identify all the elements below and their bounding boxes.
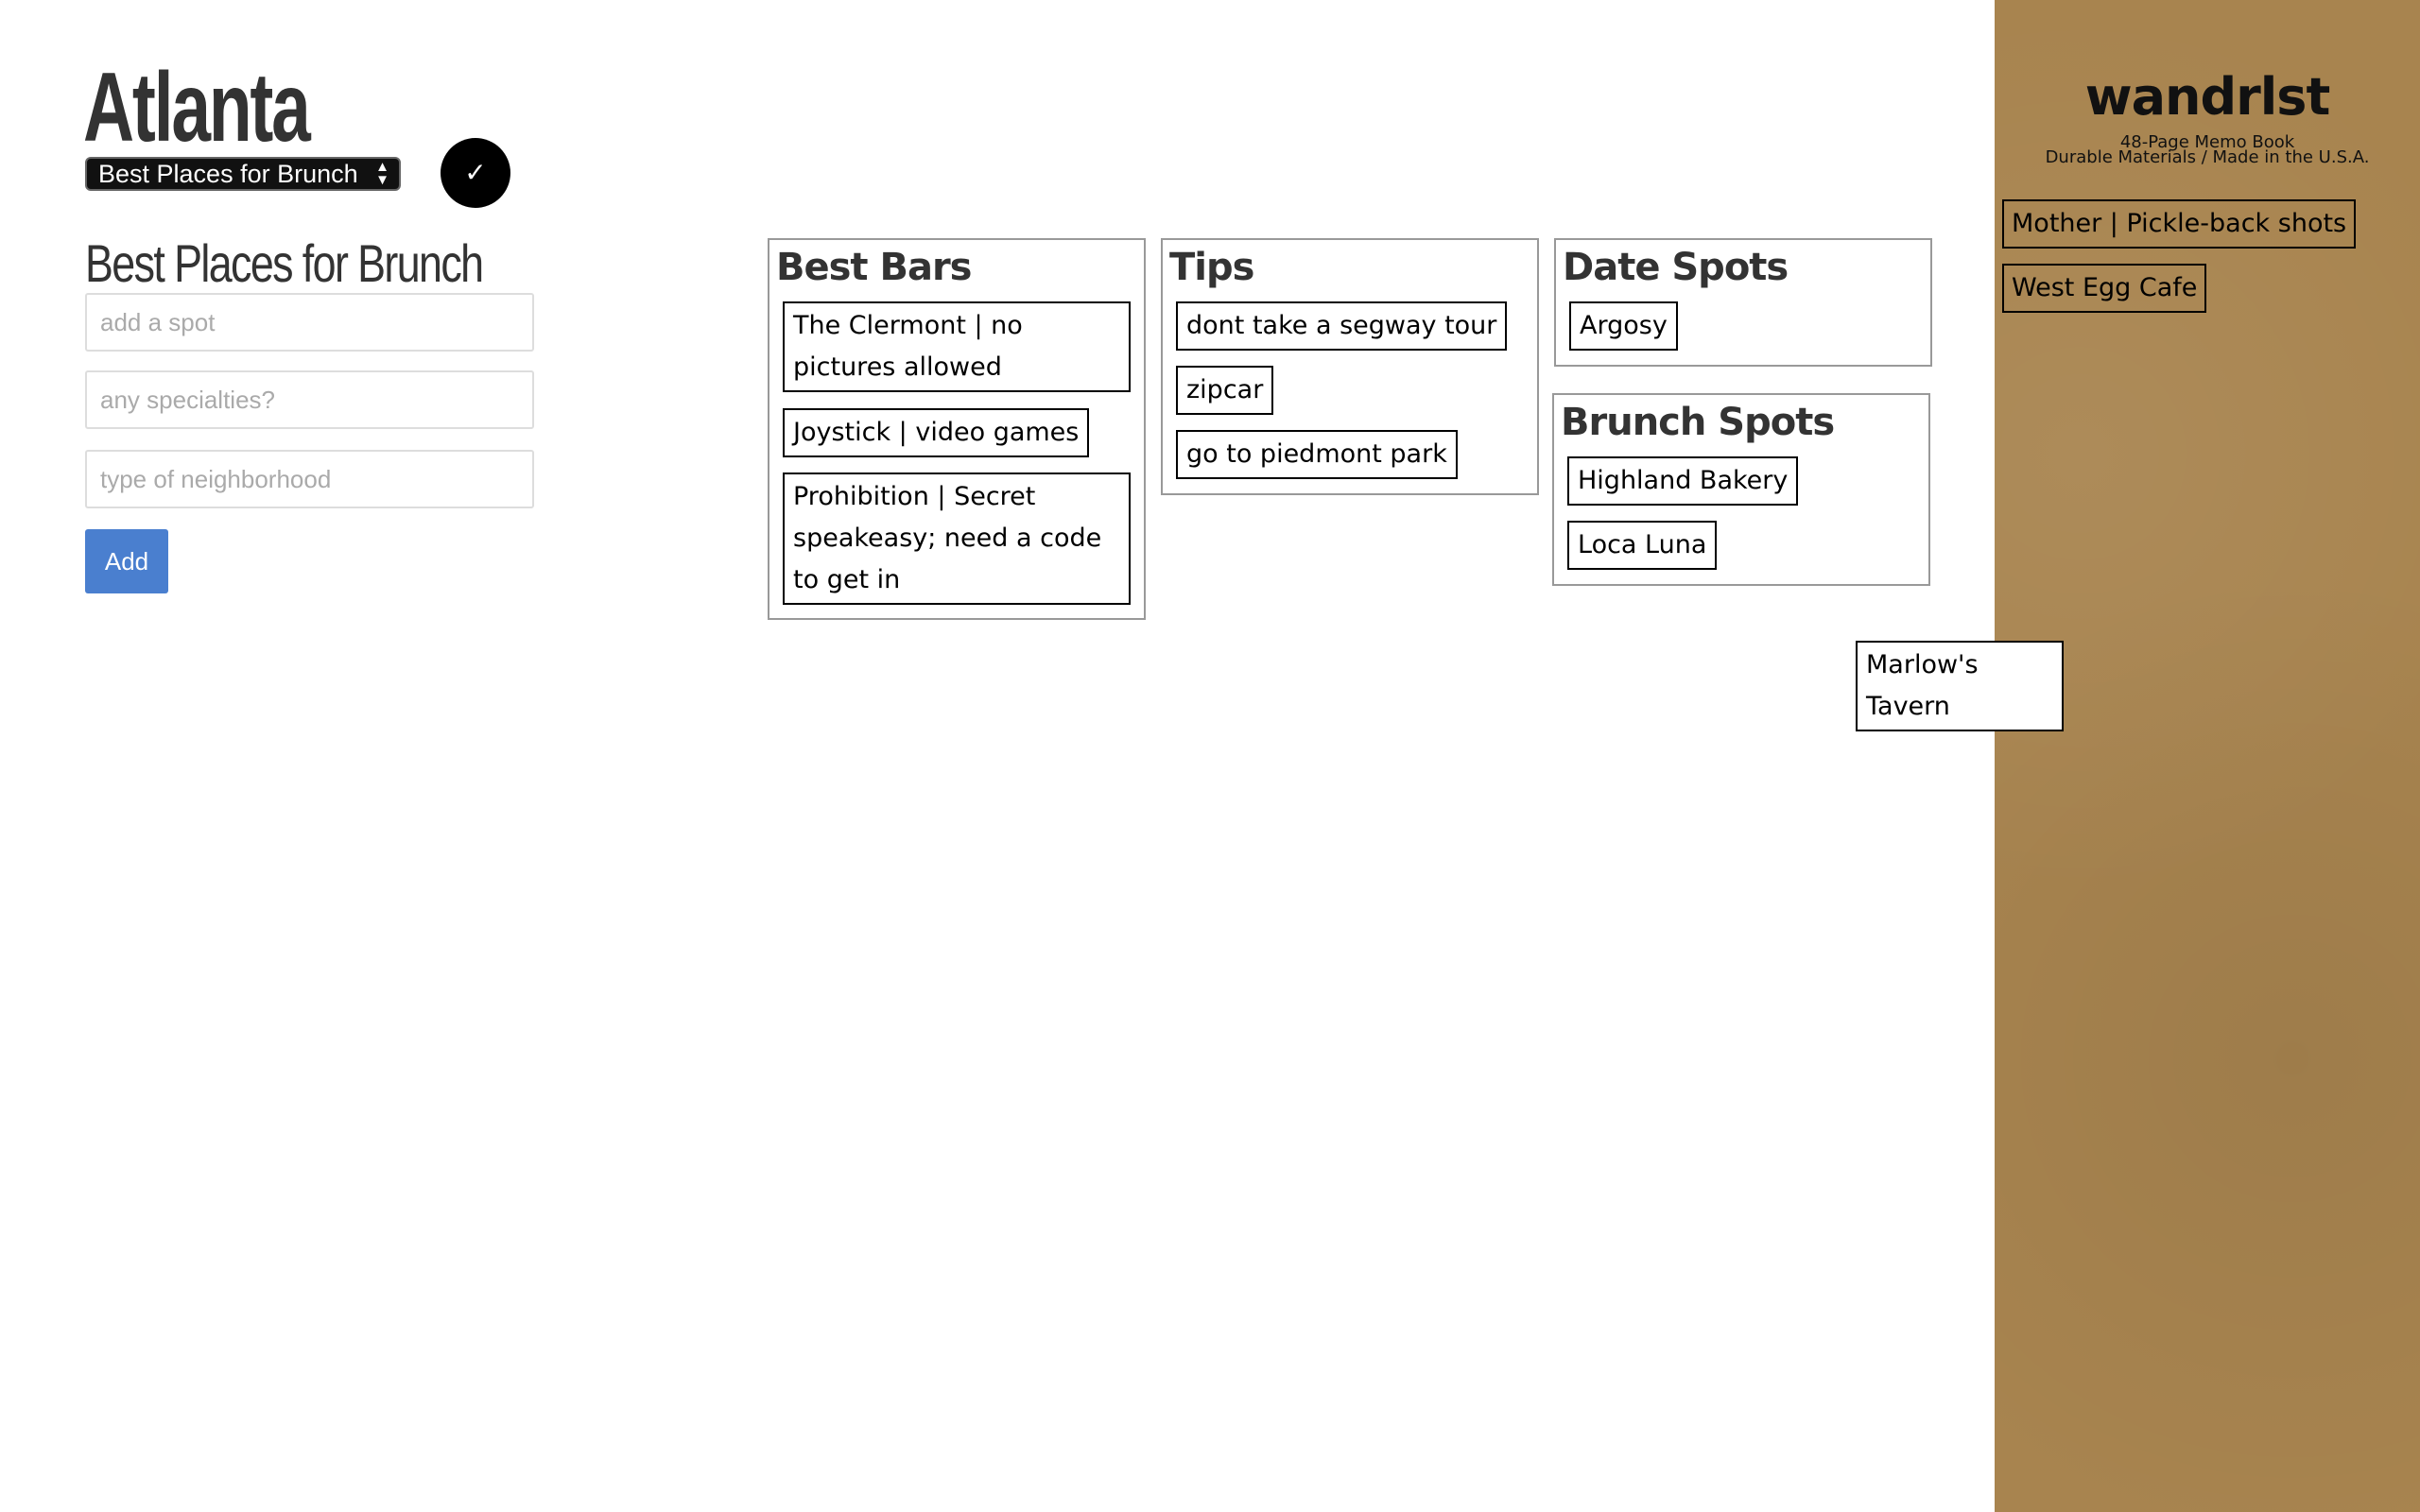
card[interactable]: Prohibition | Secret speakeasy; need a c… [783, 472, 1131, 605]
card[interactable]: Loca Luna [1567, 521, 1718, 570]
checkmark-icon: ✓ [464, 158, 487, 187]
card[interactable]: zipcar [1176, 366, 1274, 415]
spot-input[interactable] [85, 293, 534, 352]
select-arrows-icon: ▲ ▼ [375, 159, 389, 188]
board-tips[interactable]: Tips dont take a segway tour zipcar go t… [1161, 238, 1539, 495]
specialties-input[interactable] [85, 370, 534, 429]
list-select-value: Best Places for Brunch [98, 160, 358, 188]
neighborhood-input[interactable] [85, 450, 534, 508]
sidebar-card[interactable]: Mother | Pickle-back shots [2002, 199, 2357, 249]
loose-card[interactable]: Marlow's Tavern [1856, 641, 2064, 731]
board-title: Brunch Spots [1561, 401, 1835, 444]
board-title: Best Bars [776, 246, 972, 289]
card[interactable]: Argosy [1569, 301, 1678, 351]
board-title: Date Spots [1563, 246, 1789, 289]
sidebar-card[interactable]: West Egg Cafe [2002, 264, 2207, 313]
board-date-spots[interactable]: Date Spots Argosy [1554, 238, 1932, 367]
list-title: Best Places for Brunch [85, 233, 484, 293]
city-title: Atlanta [83, 53, 311, 163]
card[interactable]: Highland Bakery [1567, 456, 1799, 506]
card[interactable]: go to piedmont park [1176, 430, 1458, 479]
confirm-button[interactable]: ✓ [441, 138, 510, 208]
list-select[interactable]: Best Places for Brunch ▲ ▼ [85, 157, 401, 191]
card[interactable]: Joystick | video games [783, 408, 1090, 457]
card[interactable]: The Clermont | no pictures allowed [783, 301, 1131, 392]
board-best-bars[interactable]: Best Bars The Clermont | no pictures all… [768, 238, 1146, 620]
brand-subtitle: Durable Materials / Made in the U.S.A. [2045, 147, 2370, 167]
add-button[interactable]: Add [85, 529, 168, 593]
brand-logo: wandrlst [2084, 67, 2331, 127]
board-brunch-spots[interactable]: Brunch Spots Highland Bakery Loca Luna [1552, 393, 1930, 586]
board-title: Tips [1169, 246, 1254, 289]
card[interactable]: dont take a segway tour [1176, 301, 1508, 351]
